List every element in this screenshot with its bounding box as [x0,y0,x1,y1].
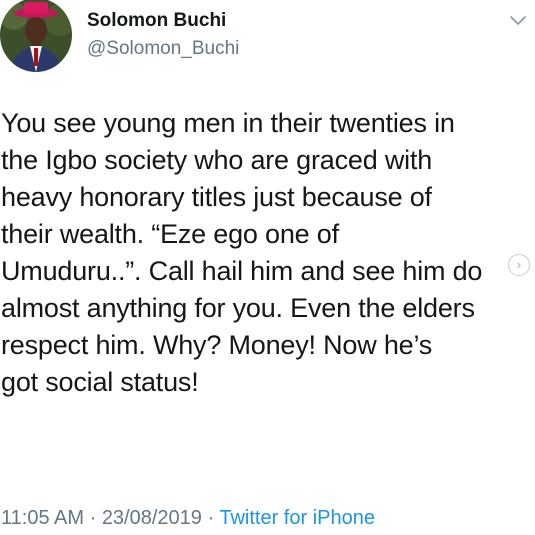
author-handle[interactable]: @Solomon_Buchi [87,38,239,60]
tweet-meta: 11:05 AM · 23/08/2019 · Twitter for iPho… [1,507,375,530]
tweet-time[interactable]: 11:05 AM [1,507,84,529]
tweet-card: Solomon Buchi @Solomon_Buchi You see you… [0,0,535,535]
avatar[interactable] [0,0,72,72]
chevron-down-icon[interactable] [509,14,527,28]
author-display-name[interactable]: Solomon Buchi [87,10,226,32]
meta-separator: · [84,507,102,529]
tweet-line: got social status! [1,367,199,397]
tweet-line: heavy honorary titles just because of [1,182,432,212]
tweet-line: You see young men in their twenties in [1,108,455,138]
tweet-text: You see young men in their twenties in t… [1,105,529,401]
tweet-line: their wealth. “Eze ego one of [1,219,339,249]
tweet-line: respect him. Why? Money! Now he’s [1,330,433,360]
chevron-right-circle-icon[interactable]: › [508,254,530,276]
tweet-date[interactable]: 23/08/2019 [102,507,202,529]
tweet-source-link[interactable]: Twitter for iPhone [219,507,375,529]
meta-separator: · [201,507,220,529]
tweet-line: Umuduru..”. Call hail him and see him do [1,256,483,286]
tweet-line: the Igbo society who are graced with [1,145,433,175]
tweet-line: almost anything for you. Even the elders [1,293,475,323]
